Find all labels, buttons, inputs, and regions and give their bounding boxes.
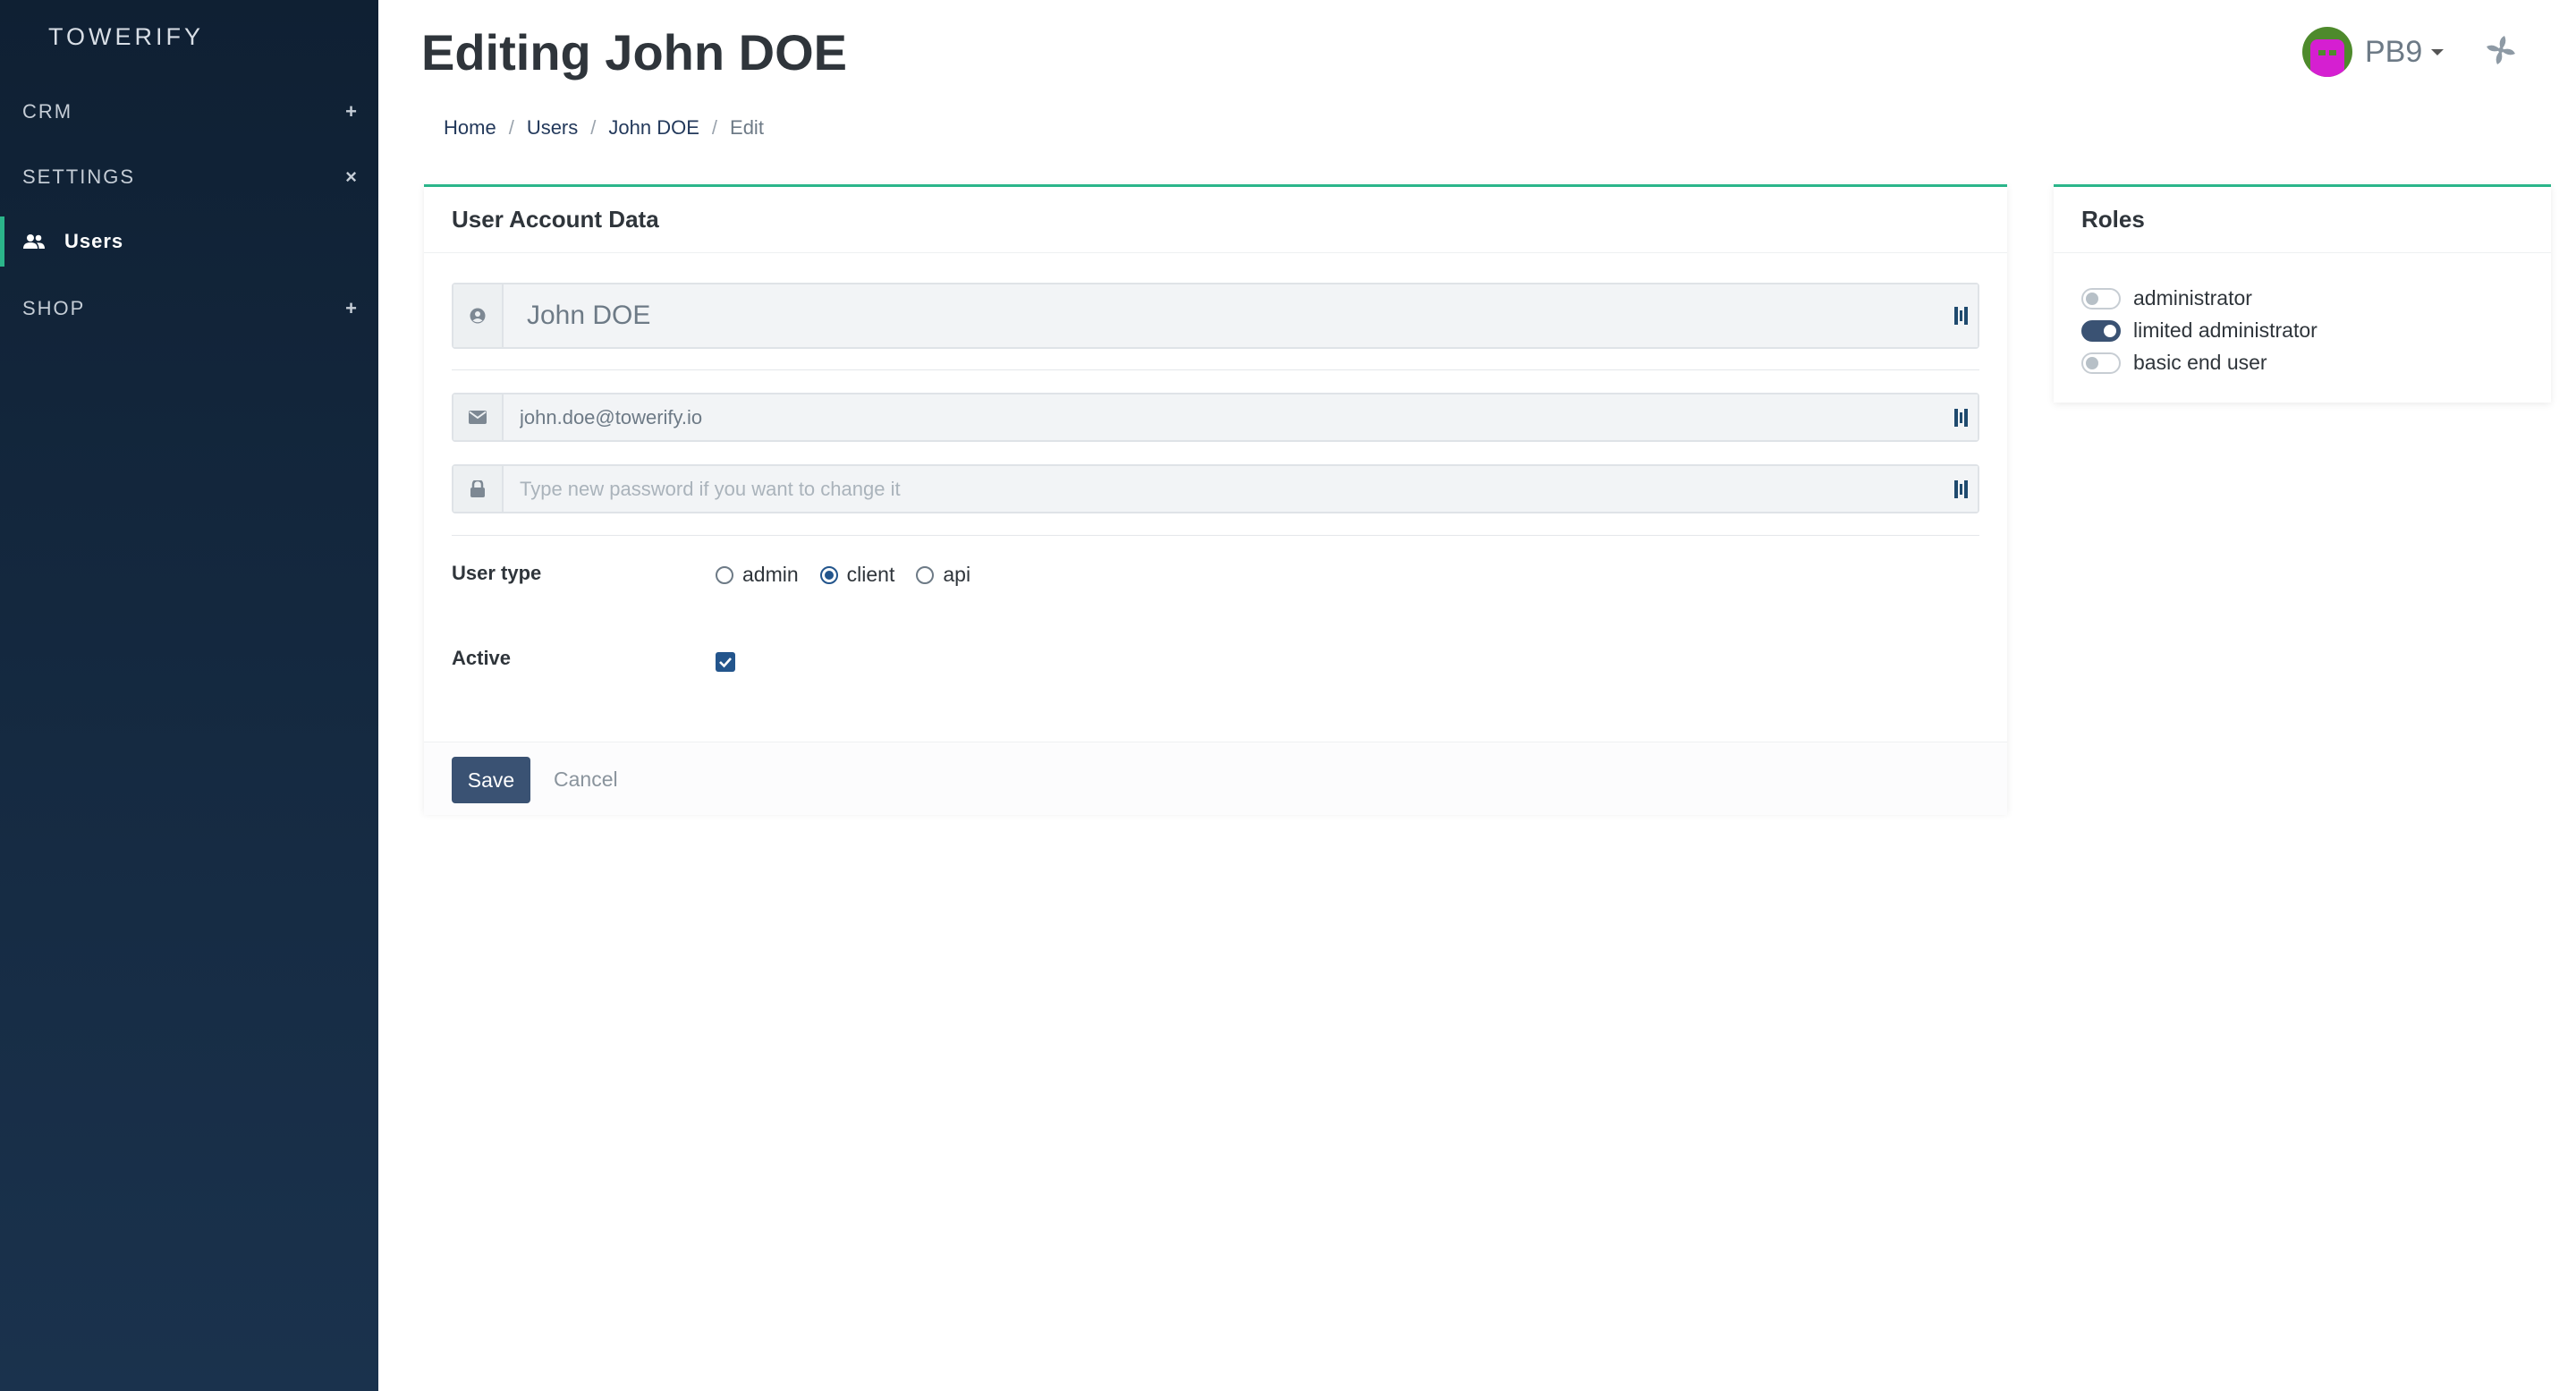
radio-label: admin <box>742 563 799 586</box>
card-footer: Save Cancel <box>424 742 2007 815</box>
role-administrator: administrator <box>2081 286 2252 310</box>
users-icon <box>23 234 45 249</box>
user-type-api-radio[interactable] <box>916 565 935 584</box>
sidebar-section-shop[interactable]: SHOP + <box>0 284 378 334</box>
sidebar: TOWERIFY CRM + SETTINGS × Users SHOP + <box>0 0 378 1391</box>
role-toggle[interactable] <box>2081 352 2121 374</box>
collapse-icon: × <box>345 165 357 188</box>
password-manager-icon[interactable] <box>1954 479 1969 499</box>
role-label: limited administrator <box>2133 318 2318 342</box>
name-input[interactable] <box>504 284 1978 347</box>
card-title: Roles <box>2054 187 2551 253</box>
avatar <box>2302 27 2352 77</box>
caret-down-icon <box>2431 48 2445 55</box>
user-menu[interactable]: PB9 <box>2302 27 2445 77</box>
role-basic-end-user: basic end user <box>2081 351 2267 375</box>
sidebar-item-users[interactable]: Users <box>0 216 378 267</box>
password-manager-icon[interactable] <box>1954 408 1969 428</box>
radio-label: client <box>846 563 895 586</box>
password-field-group <box>452 464 1979 513</box>
sidebar-section-label: CRM <box>22 100 73 123</box>
role-limited-administrator: limited administrator <box>2081 318 2318 343</box>
envelope-icon <box>453 394 504 440</box>
expand-icon: + <box>345 100 357 123</box>
active-checkbox[interactable] <box>716 652 735 672</box>
sidebar-section-settings[interactable]: SETTINGS × <box>0 152 378 202</box>
active-label: Active <box>452 647 512 669</box>
user-type-client-radio[interactable] <box>819 565 838 584</box>
expand-icon: + <box>345 297 357 319</box>
email-field-group <box>452 393 1979 442</box>
role-toggle[interactable] <box>2081 319 2121 342</box>
password-input[interactable] <box>504 466 1978 512</box>
breadcrumb-users[interactable]: Users <box>527 116 578 140</box>
roles-card: Roles administrator limited administrato… <box>2054 184 2551 403</box>
card-title: User Account Data <box>424 187 2007 253</box>
cancel-button[interactable]: Cancel <box>554 768 618 792</box>
page-title: Editing John DOE <box>421 24 847 81</box>
email-input[interactable] <box>504 394 1978 440</box>
breadcrumb-home[interactable]: Home <box>444 116 496 140</box>
user-name: PB9 <box>2365 34 2423 69</box>
user-circle-icon <box>453 284 504 347</box>
role-toggle[interactable] <box>2081 287 2121 310</box>
fan-icon[interactable] <box>2485 34 2517 66</box>
password-manager-icon[interactable] <box>1954 306 1969 326</box>
name-field-group <box>452 283 1979 349</box>
user-type-radio-group: admin client api <box>716 563 983 587</box>
sidebar-item-label: Users <box>64 230 124 252</box>
sidebar-section-label: SHOP <box>22 297 86 319</box>
brand-logo[interactable]: TOWERIFY <box>48 23 204 51</box>
lock-icon <box>453 466 504 512</box>
breadcrumb-current: Edit <box>730 116 764 139</box>
save-button[interactable]: Save <box>452 757 530 803</box>
sidebar-section-crm[interactable]: CRM + <box>0 87 378 137</box>
user-type-label: User type <box>452 562 542 584</box>
user-type-admin-radio[interactable] <box>716 565 733 584</box>
role-label: administrator <box>2133 286 2252 310</box>
breadcrumb-user[interactable]: John DOE <box>608 116 699 140</box>
breadcrumb: Home / Users / John DOE / Edit <box>444 116 764 140</box>
role-label: basic end user <box>2133 351 2267 374</box>
sidebar-section-label: SETTINGS <box>22 165 136 188</box>
radio-label: api <box>943 563 971 586</box>
user-account-card: User Account Data User type admin client… <box>424 184 2007 815</box>
check-icon <box>719 657 732 668</box>
